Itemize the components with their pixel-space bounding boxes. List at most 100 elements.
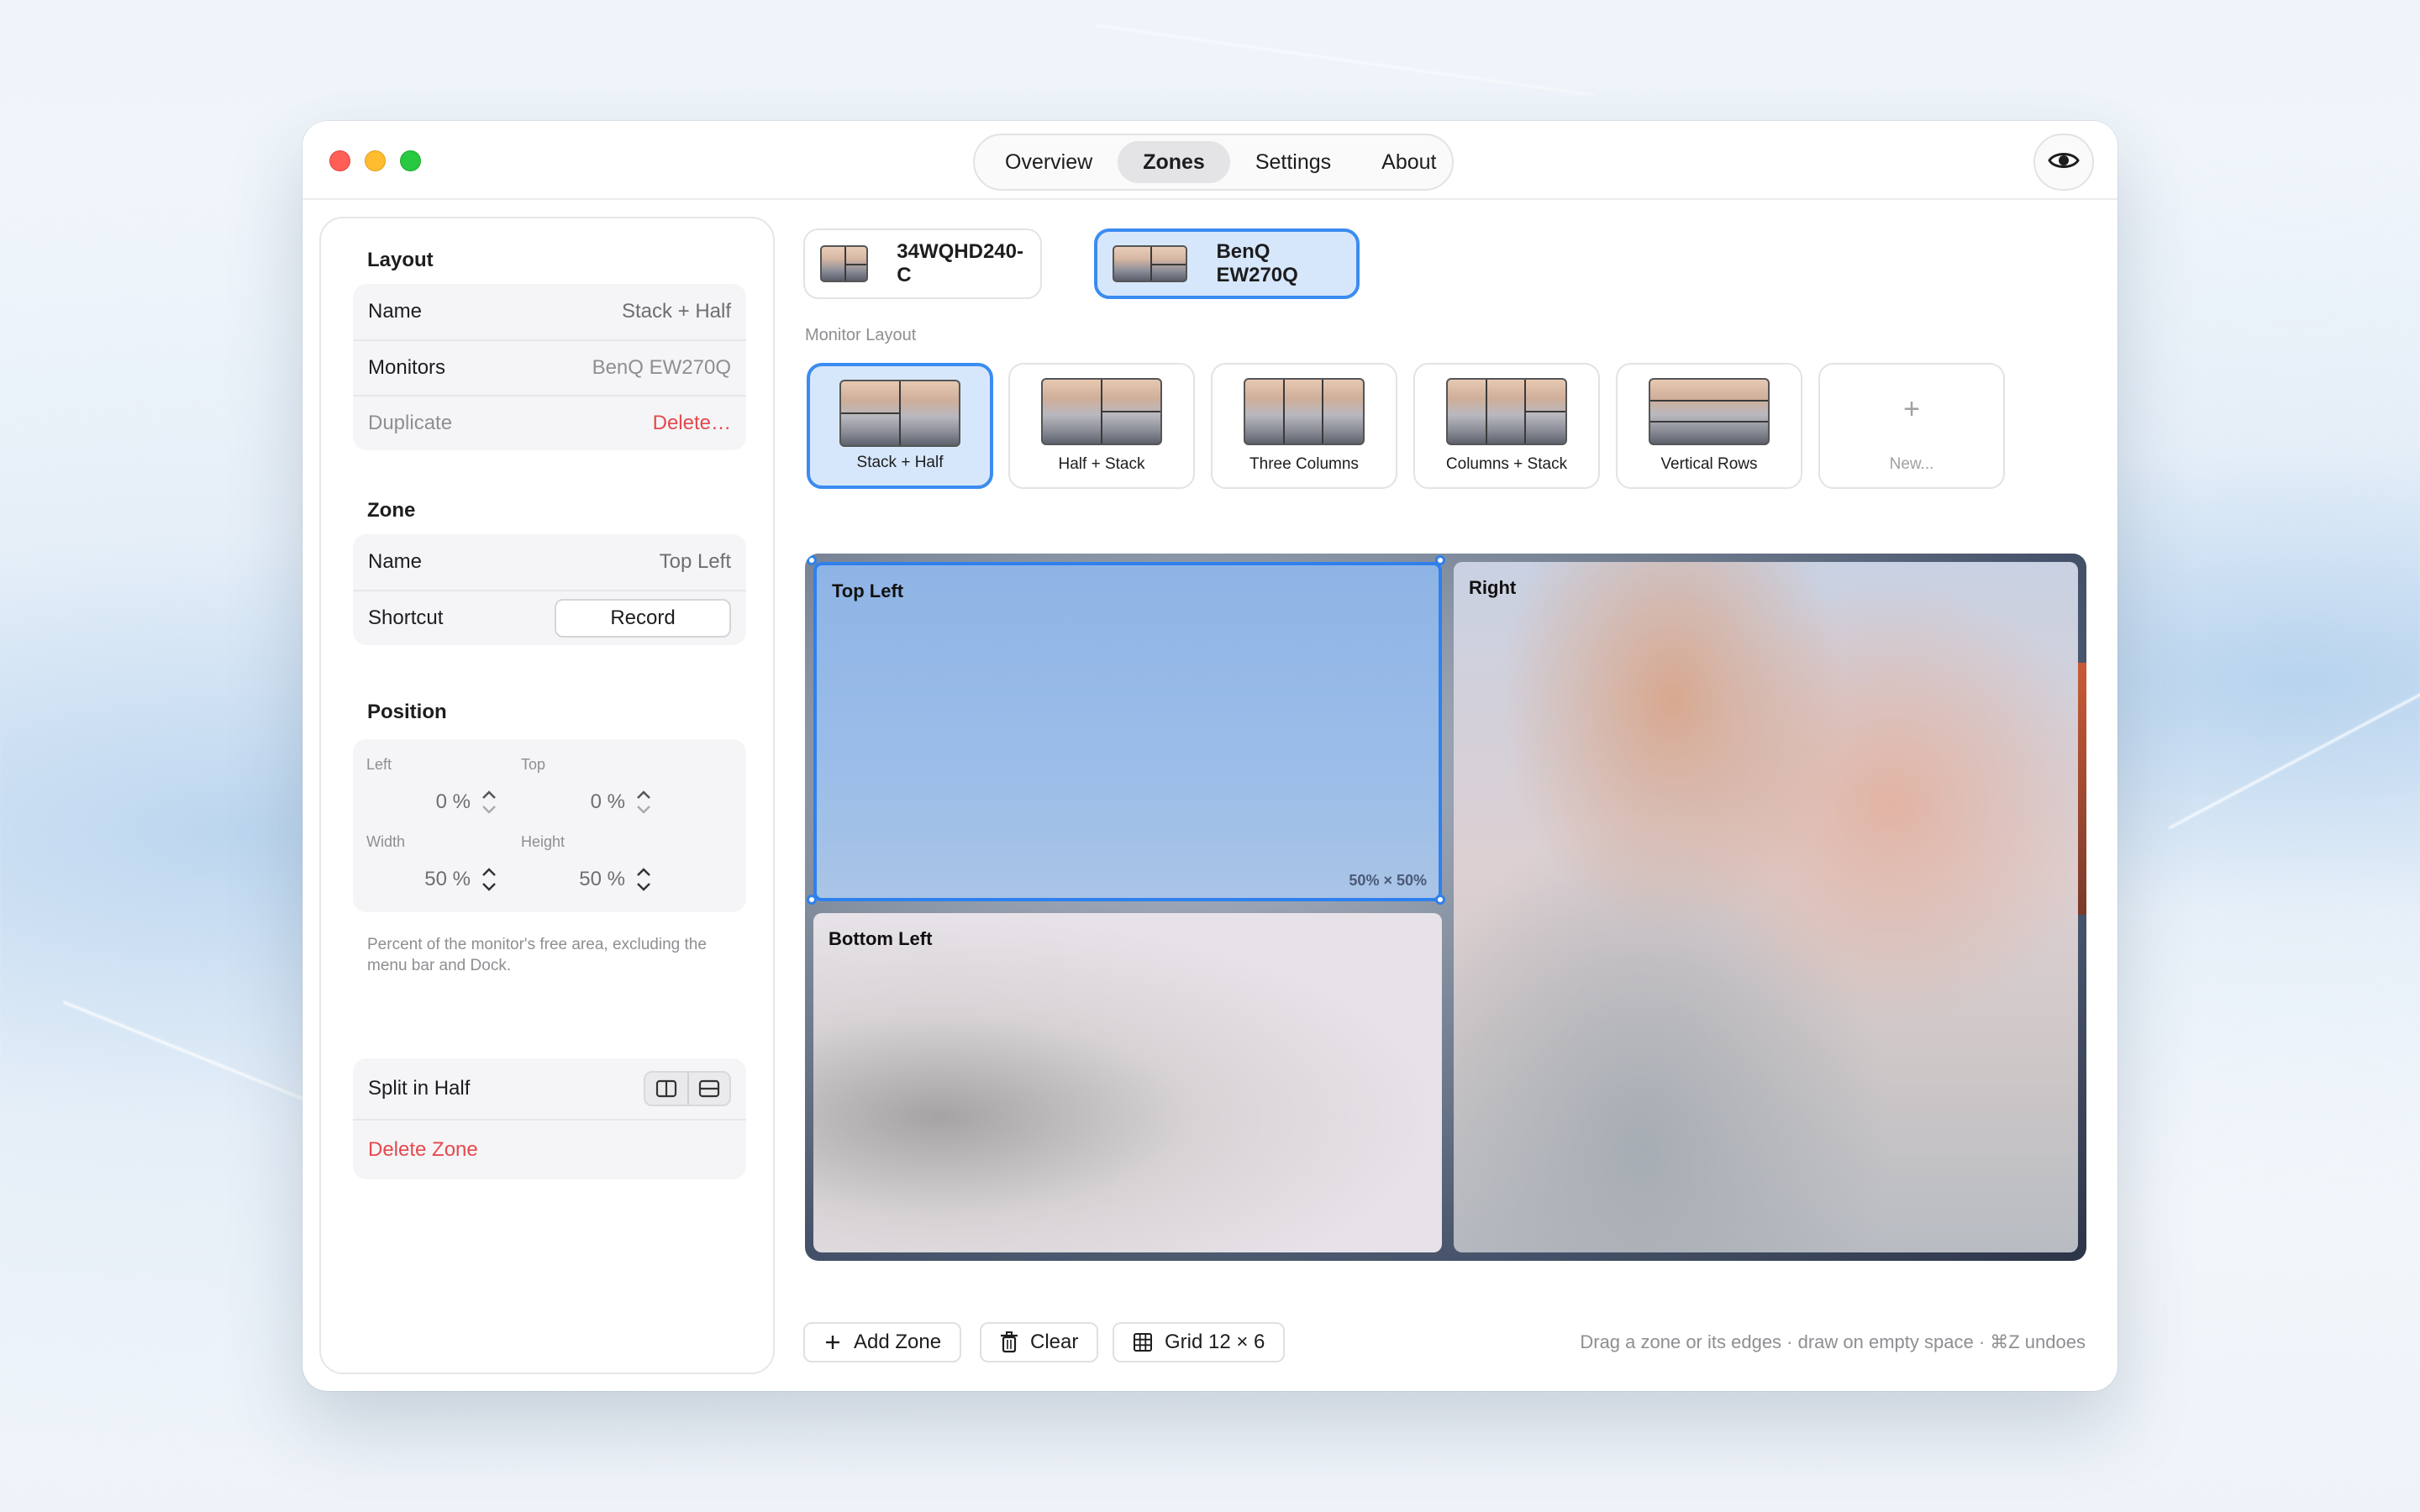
layout-card-three-columns[interactable]: Three Columns xyxy=(1211,363,1397,489)
position-group: Left 0 % Top 0 % Width 50 % Height 50 % xyxy=(353,739,746,912)
layout-thumbnail xyxy=(1649,378,1770,445)
plus-icon xyxy=(823,1333,842,1352)
width-stepper[interactable] xyxy=(477,861,501,898)
resize-handle-top-right[interactable] xyxy=(1435,555,1445,565)
plus-icon: + xyxy=(1903,393,1920,425)
app-window: Overview Zones Settings About Layout Nam… xyxy=(302,121,2118,1391)
trash-icon xyxy=(1000,1331,1018,1353)
zone-label: Bottom Left xyxy=(829,928,933,949)
duplicate-layout-button[interactable]: Duplicate xyxy=(368,412,452,435)
layout-name: Vertical Rows xyxy=(1660,455,1758,473)
grid-icon xyxy=(1133,1332,1153,1352)
new-layout-button[interactable]: + New... xyxy=(1818,363,2005,489)
height-input[interactable]: 50 % xyxy=(579,868,625,891)
layout-name: Columns + Stack xyxy=(1445,455,1568,473)
tab-zones[interactable]: Zones xyxy=(1118,141,1230,183)
top-stepper[interactable] xyxy=(632,784,655,821)
split-label: Split in Half xyxy=(368,1077,471,1100)
layout-thumbnail xyxy=(1446,378,1567,445)
monitor-name: BenQ EW270Q xyxy=(1216,240,1298,286)
layout-section-title: Layout xyxy=(367,249,434,271)
split-vertical-button[interactable] xyxy=(645,1073,687,1105)
layout-group: Name Stack + Half Monitors BenQ EW270Q D… xyxy=(353,284,746,450)
zone-name-row[interactable]: Name Top Left xyxy=(353,534,746,590)
close-window-button[interactable] xyxy=(329,150,350,171)
layout-actions-row: Duplicate Delete… xyxy=(353,395,746,450)
resize-handle-top-left[interactable] xyxy=(807,555,817,565)
tab-overview[interactable]: Overview xyxy=(980,141,1118,183)
resize-handle-bottom-right[interactable] xyxy=(1435,895,1445,905)
add-zone-button[interactable]: Add Zone xyxy=(803,1322,962,1362)
layout-thumbnail xyxy=(1244,378,1365,445)
zone-name-value[interactable]: Top Left xyxy=(660,550,731,574)
monitor-thumbnail xyxy=(820,245,869,282)
grid-label: Grid 12 × 6 xyxy=(1165,1331,1265,1353)
zone-label: Top Left xyxy=(832,580,904,601)
clear-label: Clear xyxy=(1030,1331,1079,1353)
zone-group: Name Top Left Shortcut Record xyxy=(353,534,746,645)
layout-name-row[interactable]: Name Stack + Half xyxy=(353,284,746,339)
monitor-tab-34wqhd240[interactable]: 34WQHD240-C xyxy=(803,228,1042,299)
split-horizontal-button[interactable] xyxy=(687,1073,729,1105)
zone-size-readout: 50% × 50% xyxy=(1349,872,1427,889)
tab-settings[interactable]: Settings xyxy=(1230,141,1356,183)
add-zone-label: Add Zone xyxy=(854,1331,942,1353)
monitor-name: 34WQHD240-C xyxy=(897,240,1023,286)
zone-right[interactable]: Right xyxy=(1454,562,2078,1252)
height-stepper[interactable] xyxy=(632,861,655,898)
height-field: Height 50 % xyxy=(521,833,672,898)
split-control xyxy=(644,1071,731,1106)
layout-monitors-row[interactable]: Monitors BenQ EW270Q xyxy=(353,339,746,395)
top-input[interactable]: 0 % xyxy=(591,790,625,814)
monitor-layout-label: Monitor Layout xyxy=(805,326,917,344)
layout-card-half-stack[interactable]: Half + Stack xyxy=(1008,363,1195,489)
width-input[interactable]: 50 % xyxy=(424,868,471,891)
layout-thumbnail xyxy=(839,380,960,447)
zone-editor-canvas[interactable]: Right Bottom Left Top Left 50% × 50% xyxy=(805,554,2086,1261)
delete-zone-button[interactable]: Delete Zone xyxy=(368,1138,478,1162)
clear-button[interactable]: Clear xyxy=(980,1322,1099,1362)
zone-top-left-selected[interactable]: Top Left 50% × 50% xyxy=(813,562,1442,901)
inspector-sidebar: Layout Name Stack + Half Monitors BenQ E… xyxy=(319,217,775,1374)
top-field: Top 0 % xyxy=(521,756,672,821)
zone-bottom-left[interactable]: Bottom Left xyxy=(813,913,1442,1252)
layout-thumbnail xyxy=(1041,378,1162,445)
left-input[interactable]: 0 % xyxy=(436,790,471,814)
background-streak xyxy=(2168,685,2420,830)
layout-name: Stack + Half xyxy=(856,454,944,471)
background-streak xyxy=(1094,24,1595,97)
layout-name-label: Name xyxy=(368,300,423,323)
layout-monitors-value[interactable]: BenQ EW270Q xyxy=(592,356,731,380)
layout-card-stack-half[interactable]: Stack + Half xyxy=(807,363,993,489)
record-shortcut-button[interactable]: Record xyxy=(555,599,731,638)
zone-shortcut-label: Shortcut xyxy=(368,606,444,629)
minimize-window-button[interactable] xyxy=(365,150,386,171)
zone-section-title: Zone xyxy=(367,499,416,522)
zone-shortcut-row: Shortcut Record xyxy=(353,590,746,645)
delete-zone-row[interactable]: Delete Zone xyxy=(353,1119,746,1179)
zone-label: Right xyxy=(1469,577,1517,598)
tab-about[interactable]: About xyxy=(1356,141,1461,183)
width-field: Width 50 % xyxy=(366,833,518,898)
left-stepper[interactable] xyxy=(477,784,501,821)
title-bar: Overview Zones Settings About xyxy=(302,121,2118,200)
left-field: Left 0 % xyxy=(366,756,518,821)
delete-layout-button[interactable]: Delete… xyxy=(653,412,731,435)
editor-hint: Drag a zone or its edges · draw on empty… xyxy=(1580,1331,2086,1352)
layout-card-vertical-rows[interactable]: Vertical Rows xyxy=(1616,363,1802,489)
width-label: Width xyxy=(366,833,406,850)
split-row: Split in Half xyxy=(353,1058,746,1119)
preview-toggle-button[interactable] xyxy=(2033,134,2094,191)
monitor-thumbnail xyxy=(1113,245,1188,282)
main-tab-bar: Overview Zones Settings About xyxy=(973,134,1454,191)
zoom-window-button[interactable] xyxy=(400,150,421,171)
layout-card-columns-stack[interactable]: Columns + Stack xyxy=(1413,363,1600,489)
grid-settings-button[interactable]: Grid 12 × 6 xyxy=(1113,1322,1286,1362)
zone-name-label: Name xyxy=(368,550,423,573)
position-section-title: Position xyxy=(367,701,447,723)
left-label: Left xyxy=(366,756,392,773)
resize-handle-bottom-left[interactable] xyxy=(807,895,817,905)
layout-name: New... xyxy=(1889,455,1934,473)
monitor-tab-benq[interactable]: BenQ EW270Q xyxy=(1094,228,1360,299)
layout-name-value[interactable]: Stack + Half xyxy=(622,300,731,323)
